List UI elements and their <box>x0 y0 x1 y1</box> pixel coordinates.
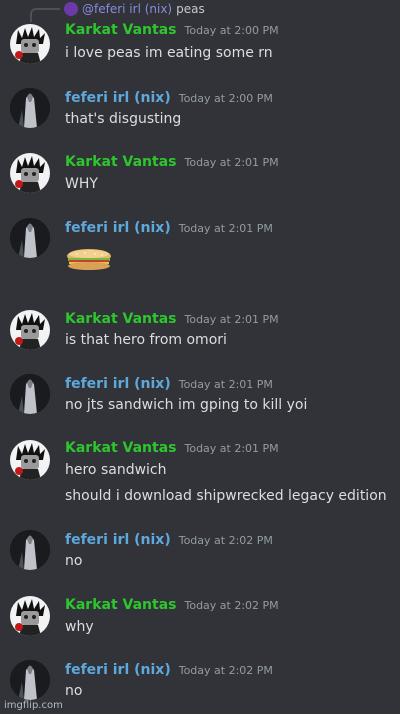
timestamp: Today at 2:00 PM <box>178 92 273 105</box>
avatar[interactable] <box>10 24 50 64</box>
reply-mention[interactable]: @feferi irl (nix) <box>82 2 172 16</box>
message-text: hero sandwich <box>65 462 167 478</box>
timestamp: Today at 2:02 PM <box>184 599 279 612</box>
message-header: feferi irl (nix) Today at 2:01 PM <box>65 220 273 236</box>
avatar[interactable] <box>10 88 50 128</box>
avatar[interactable] <box>10 530 50 570</box>
message-header: feferi irl (nix) Today at 2:00 PM <box>65 90 273 106</box>
timestamp: Today at 2:02 PM <box>178 534 273 547</box>
avatar[interactable] <box>10 440 50 480</box>
imgflip-watermark: imgflip.com <box>4 700 63 711</box>
avatar[interactable] <box>10 660 50 700</box>
message-header: feferi irl (nix) Today at 2:02 PM <box>65 662 273 678</box>
reply-preview[interactable]: @feferi irl (nix) peas <box>64 1 205 17</box>
message-text: is that hero from omori <box>65 332 227 348</box>
sandwich-emoji[interactable] <box>65 247 113 271</box>
author-name[interactable]: Karkat Vantas <box>65 154 176 170</box>
avatar[interactable] <box>10 596 50 636</box>
author-name[interactable]: Karkat Vantas <box>65 22 176 38</box>
message-text: WHY <box>65 176 98 192</box>
timestamp: Today at 2:01 PM <box>178 222 273 235</box>
author-name[interactable]: Karkat Vantas <box>65 440 176 456</box>
author-name[interactable]: feferi irl (nix) <box>65 662 171 678</box>
author-name[interactable]: Karkat Vantas <box>65 311 176 327</box>
author-name[interactable]: Karkat Vantas <box>65 597 176 613</box>
timestamp: Today at 2:01 PM <box>184 156 279 169</box>
timestamp: Today at 2:02 PM <box>178 664 273 677</box>
timestamp: Today at 2:01 PM <box>184 313 279 326</box>
author-name[interactable]: feferi irl (nix) <box>65 376 171 392</box>
message-text: no <box>65 553 83 569</box>
message-header: Karkat Vantas Today at 2:02 PM <box>65 597 279 613</box>
message-header: Karkat Vantas Today at 2:00 PM <box>65 22 279 38</box>
message-header: Karkat Vantas Today at 2:01 PM <box>65 311 279 327</box>
avatar[interactable] <box>10 153 50 193</box>
avatar[interactable] <box>10 310 50 350</box>
message-text: why <box>65 619 94 635</box>
avatar[interactable] <box>10 218 50 258</box>
reply-text: peas <box>176 2 205 16</box>
message-text: should i download shipwrecked legacy edi… <box>65 488 387 504</box>
author-name[interactable]: feferi irl (nix) <box>65 532 171 548</box>
message-header: Karkat Vantas Today at 2:01 PM <box>65 440 279 456</box>
timestamp: Today at 2:00 PM <box>184 24 279 37</box>
message-header: feferi irl (nix) Today at 2:02 PM <box>65 532 273 548</box>
message-text: no jts sandwich im gping to kill yoi <box>65 397 308 413</box>
message-text: i love peas im eating some rn <box>65 45 273 61</box>
reply-connector <box>30 8 60 22</box>
avatar[interactable] <box>10 374 50 414</box>
message-header: Karkat Vantas Today at 2:01 PM <box>65 154 279 170</box>
author-name[interactable]: feferi irl (nix) <box>65 90 171 106</box>
message-text: no <box>65 683 83 699</box>
message-header: feferi irl (nix) Today at 2:01 PM <box>65 376 273 392</box>
reply-avatar <box>64 2 78 16</box>
message-text: that's disgusting <box>65 111 182 127</box>
timestamp: Today at 2:01 PM <box>184 442 279 455</box>
timestamp: Today at 2:01 PM <box>178 378 273 391</box>
author-name[interactable]: feferi irl (nix) <box>65 220 171 236</box>
